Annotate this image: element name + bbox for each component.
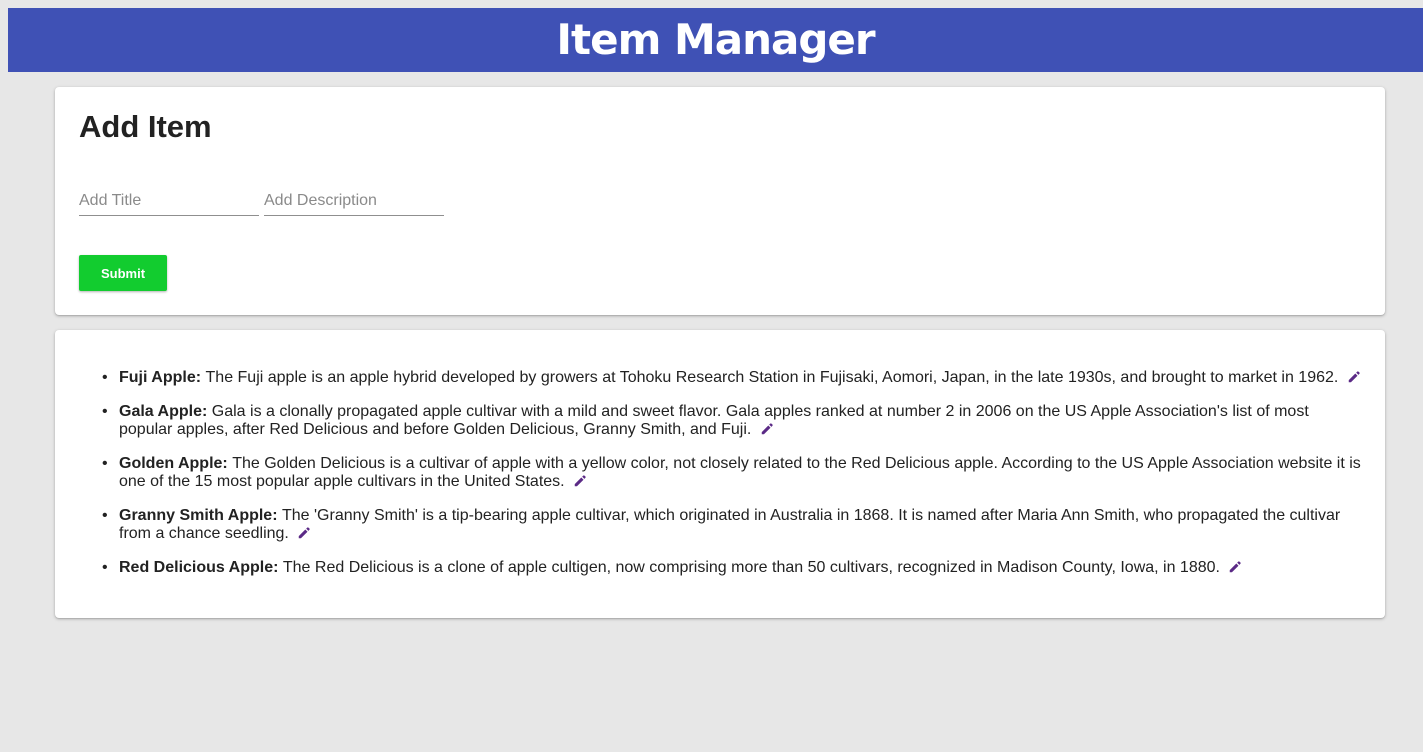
- add-item-heading: Add Item: [79, 109, 212, 144]
- item-title: Golden Apple:: [119, 455, 233, 472]
- pencil-icon[interactable]: [1347, 370, 1361, 384]
- bullet: •: [102, 507, 108, 524]
- app-title: Item Manager: [556, 14, 875, 64]
- list-item: • Granny Smith Apple: The 'Granny Smith'…: [102, 507, 1365, 543]
- item-title: Red Delicious Apple:: [119, 559, 283, 576]
- pencil-icon[interactable]: [1228, 560, 1242, 574]
- bullet: •: [102, 403, 108, 420]
- item-list-card: • Fuji Apple: The Fuji apple is an apple…: [55, 330, 1385, 618]
- title-input[interactable]: [79, 187, 259, 216]
- list-item: • Fuji Apple: The Fuji apple is an apple…: [102, 369, 1365, 387]
- pencil-icon[interactable]: [573, 474, 587, 488]
- pencil-icon[interactable]: [760, 422, 774, 436]
- submit-button[interactable]: Submit: [79, 255, 167, 291]
- bullet: •: [102, 369, 108, 386]
- list-item: • Golden Apple: The Golden Delicious is …: [102, 455, 1365, 491]
- description-input[interactable]: [264, 187, 444, 216]
- pencil-icon[interactable]: [297, 526, 311, 540]
- item-title: Granny Smith Apple:: [119, 507, 282, 524]
- item-description: The Fuji apple is an apple hybrid develo…: [205, 369, 1343, 386]
- list-item: • Red Delicious Apple: The Red Delicious…: [102, 559, 1365, 577]
- item-title: Gala Apple:: [119, 403, 212, 420]
- app-header: Item Manager: [8, 8, 1423, 72]
- item-title: Fuji Apple:: [119, 369, 206, 386]
- item-description: Gala is a clonally propagated apple cult…: [119, 403, 1309, 438]
- bullet: •: [102, 455, 108, 472]
- item-description: The Golden Delicious is a cultivar of ap…: [119, 455, 1361, 490]
- list-item: • Gala Apple: Gala is a clonally propaga…: [102, 403, 1365, 439]
- bullet: •: [102, 559, 108, 576]
- item-description: The Red Delicious is a clone of apple cu…: [282, 559, 1225, 576]
- item-list: • Fuji Apple: The Fuji apple is an apple…: [102, 369, 1365, 593]
- add-item-card: Add Item Submit: [55, 87, 1385, 315]
